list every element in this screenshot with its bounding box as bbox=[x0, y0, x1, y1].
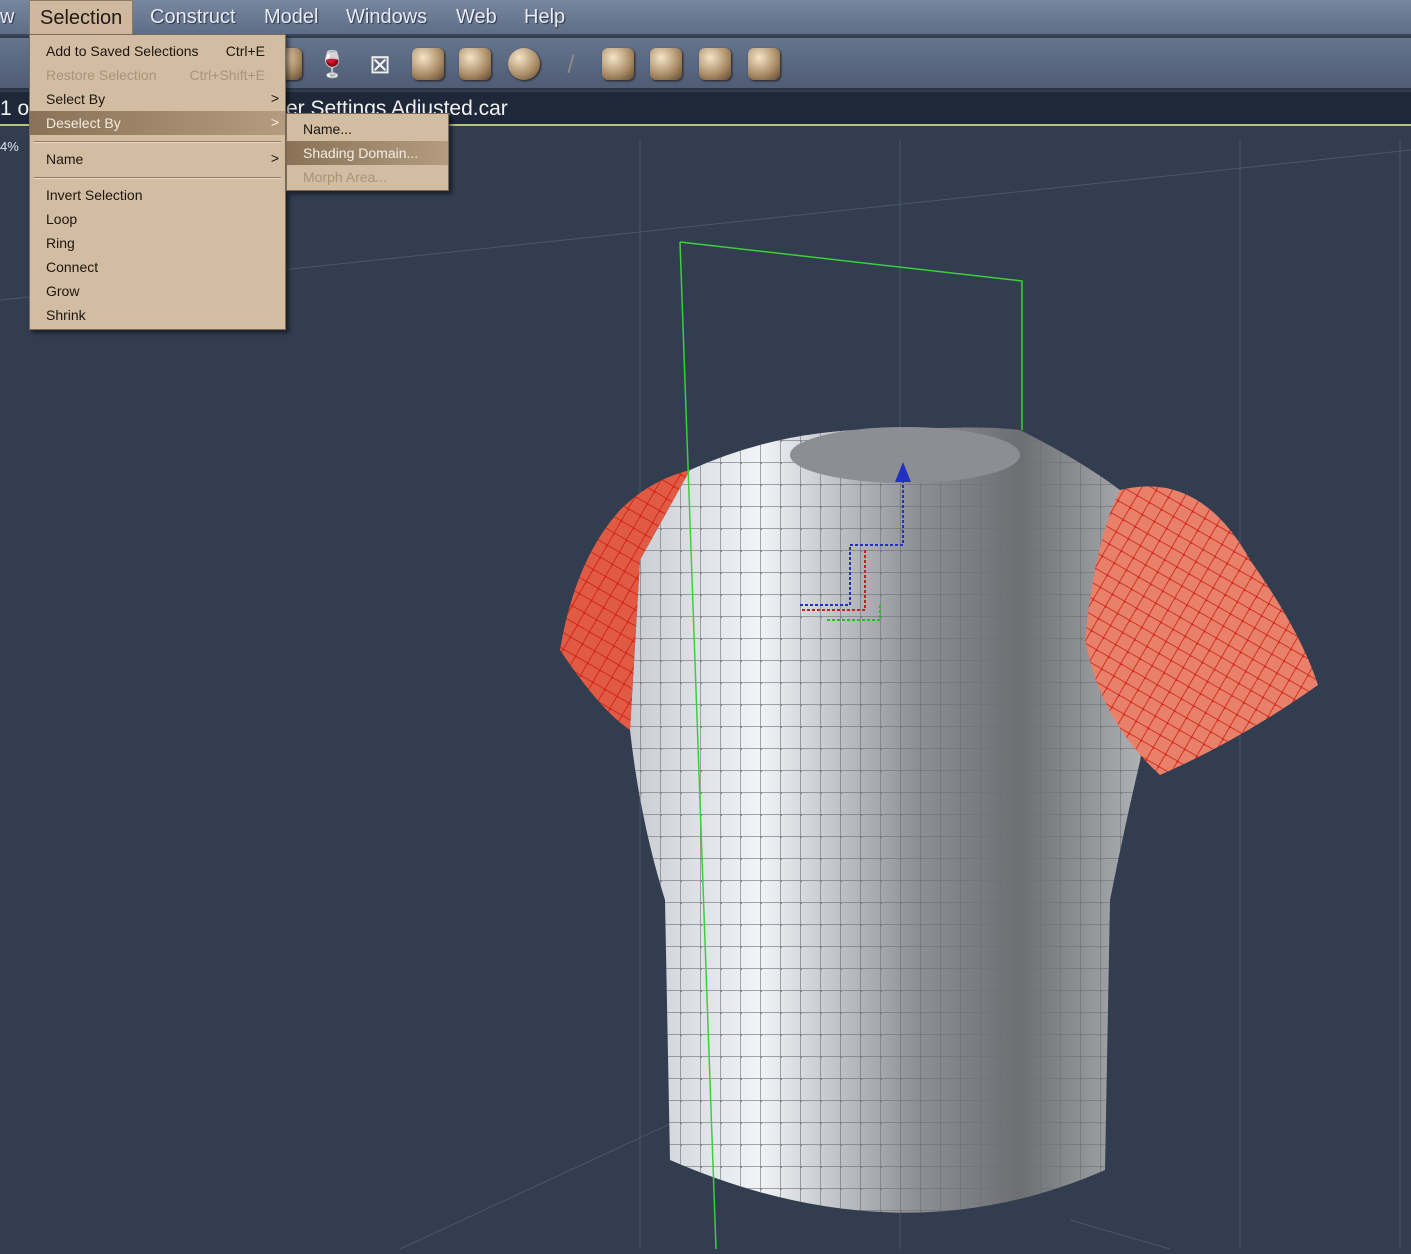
separator bbox=[34, 177, 281, 179]
separator bbox=[34, 141, 281, 143]
menu-item-name[interactable]: Name > bbox=[30, 147, 285, 171]
menu-item-loop[interactable]: Loop bbox=[30, 207, 285, 231]
label: Deselect By bbox=[46, 115, 121, 131]
zoom-level: 4% bbox=[0, 139, 19, 154]
shortcut: Ctrl+Shift+E bbox=[189, 67, 265, 83]
menu-item-select-by[interactable]: Select By > bbox=[30, 87, 285, 111]
menu-item-shrink[interactable]: Shrink bbox=[30, 303, 285, 327]
sphere-icon[interactable] bbox=[508, 48, 540, 80]
submenu-arrow-icon: > bbox=[270, 114, 279, 130]
bend-icon[interactable] bbox=[650, 48, 682, 80]
submenu-item-name[interactable]: Name... bbox=[287, 117, 448, 141]
twist-icon[interactable] bbox=[748, 48, 780, 80]
menu-construct[interactable]: Construct bbox=[150, 6, 236, 29]
submenu-item-shading-domain[interactable]: Shading Domain... bbox=[287, 141, 448, 165]
rotate-box-icon[interactable] bbox=[459, 48, 491, 80]
menu-view[interactable]: w bbox=[0, 6, 14, 29]
menu-item-connect[interactable]: Connect bbox=[30, 255, 285, 279]
submenu-arrow-icon: > bbox=[270, 150, 279, 166]
menu-web[interactable]: Web bbox=[456, 6, 497, 29]
menu-selection[interactable]: Selection bbox=[29, 0, 134, 36]
label: Add to Saved Selections bbox=[46, 43, 199, 59]
knife-icon[interactable]: / bbox=[555, 48, 587, 80]
menu-windows[interactable]: Windows bbox=[346, 6, 427, 29]
box-cross-icon[interactable]: ⊠ bbox=[364, 48, 396, 80]
label: Select By bbox=[46, 91, 106, 107]
submenu-item-morph-area: Morph Area... bbox=[303, 169, 388, 185]
selection-menu: Add to Saved Selections Ctrl+E Restore Se… bbox=[29, 34, 286, 330]
label: Name bbox=[46, 151, 84, 167]
menu-item-add-to-saved-selections[interactable]: Add to Saved Selections Ctrl+E bbox=[30, 39, 285, 63]
shortcut: Ctrl+E bbox=[225, 43, 265, 59]
deselect-by-submenu: Name... Shading Domain... Morph Area... bbox=[286, 113, 449, 191]
menu-item-ring[interactable]: Ring bbox=[30, 231, 285, 255]
menu-item-restore-selection: Restore Selection Ctrl+Shift+E bbox=[30, 63, 285, 87]
menu-model[interactable]: Model bbox=[264, 6, 318, 29]
label: Restore Selection bbox=[46, 67, 157, 83]
goblet-icon[interactable]: 🍷 bbox=[316, 48, 348, 80]
menu-help[interactable]: Help bbox=[524, 6, 565, 29]
menu-item-grow[interactable]: Grow bbox=[30, 279, 285, 303]
menu-item-deselect-by[interactable]: Deselect By > bbox=[30, 111, 285, 135]
deform-icon[interactable] bbox=[602, 48, 634, 80]
menu-item-invert-selection[interactable]: Invert Selection bbox=[30, 183, 285, 207]
align-icon[interactable] bbox=[699, 48, 731, 80]
cube-icon[interactable] bbox=[412, 48, 444, 80]
submenu-arrow-icon: > bbox=[270, 90, 279, 106]
menu-bar: w Selection Construct Model Windows Web … bbox=[0, 0, 1411, 36]
